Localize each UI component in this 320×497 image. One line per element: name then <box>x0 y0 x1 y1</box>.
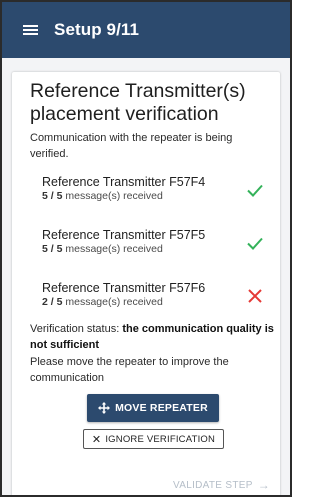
hamburger-icon[interactable] <box>8 2 52 58</box>
received-suffix: message(s) received <box>62 243 163 255</box>
intro-text: Communication with the repeater is being… <box>30 132 233 160</box>
received-count: 2 / 5 <box>42 296 63 308</box>
received-suffix: message(s) received <box>62 296 163 308</box>
move-repeater-label: MOVE REPEATER <box>115 402 208 414</box>
move-arrows-icon <box>98 402 111 414</box>
received-count: 5 / 5 <box>42 243 63 255</box>
check-icon <box>247 237 263 250</box>
cross-icon <box>248 289 262 303</box>
received-count: 5 / 5 <box>42 190 63 202</box>
validate-step-button[interactable]: VALIDATE STEP → <box>170 475 270 495</box>
transmitter-item: Reference Transmitter F57F6 2 / 5 messag… <box>42 281 267 317</box>
transmitter-count: 2 / 5 message(s) received <box>42 296 267 309</box>
received-suffix: message(s) received <box>62 190 163 202</box>
transmitter-name: Reference Transmitter F57F6 <box>42 281 206 295</box>
transmitter-item: Reference Transmitter F57F5 5 / 5 messag… <box>42 228 267 264</box>
page-title: Setup 9/11 <box>54 20 140 39</box>
transmitter-name: Reference Transmitter F57F5 <box>42 228 206 242</box>
ignore-verification-label: IGNORE VERIFICATION <box>105 433 216 445</box>
transmitter-count: 5 / 5 message(s) received <box>42 243 267 256</box>
transmitter-name: Reference Transmitter F57F4 <box>42 175 206 189</box>
close-icon: ✕ <box>91 433 102 446</box>
card-title: Reference Transmitter(s) placement verif… <box>30 80 246 125</box>
verification-status: Verification status: the communication q… <box>30 321 275 353</box>
verification-label: Verification status: <box>30 323 123 335</box>
move-repeater-button[interactable]: MOVE REPEATER <box>87 394 219 422</box>
check-icon <box>247 184 263 197</box>
validate-step-label: VALIDATE STEP <box>173 479 253 491</box>
instruction-text: Please move the repeater to improve the … <box>30 356 229 384</box>
transmitter-count: 5 / 5 message(s) received <box>42 190 267 203</box>
transmitter-item: Reference Transmitter F57F4 5 / 5 messag… <box>42 175 267 211</box>
ignore-verification-button[interactable]: ✕ IGNORE VERIFICATION <box>83 429 224 449</box>
arrow-right-icon: → <box>257 478 270 492</box>
app-bar: Setup 9/11 <box>2 2 290 58</box>
app-frame: Setup 9/11 Reference Transmitter(s) plac… <box>0 0 292 497</box>
verification-card: Reference Transmitter(s) placement verif… <box>12 72 280 495</box>
